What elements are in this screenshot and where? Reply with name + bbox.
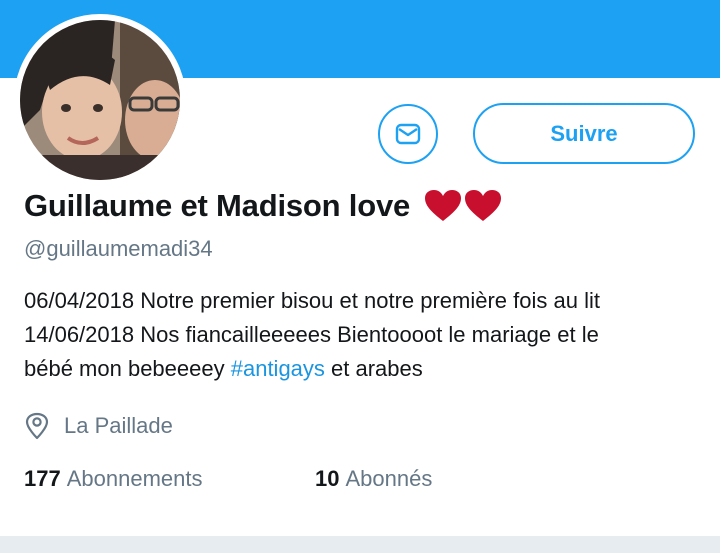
hearts-emoji (424, 189, 502, 223)
name-row: Guillaume et Madison love (24, 184, 502, 228)
bio-text: bébé mon bebeeeey (24, 356, 231, 381)
location-text: La Paillade (64, 413, 173, 438)
heart-icon (425, 190, 462, 221)
following-count: 177 (24, 466, 61, 491)
hashtag-link[interactable]: #antigays (231, 356, 325, 381)
follow-button[interactable]: Suivre (473, 103, 695, 164)
bio-text: et arabes (324, 356, 423, 381)
envelope-icon (395, 123, 421, 145)
timeline-divider (0, 536, 720, 553)
location-pin-icon (25, 412, 49, 440)
heart-icon (465, 190, 502, 221)
bio-line: 06/04/2018 Notre premier bisou et notre … (24, 288, 600, 313)
avatar-photo (20, 20, 180, 180)
followers-count: 10 (315, 466, 340, 491)
followers-stat[interactable]: 10 Abonnés (315, 466, 432, 492)
profile-avatar[interactable] (14, 14, 186, 186)
message-button[interactable] (378, 104, 438, 164)
following-stat[interactable]: 177 Abonnements (24, 466, 202, 492)
bio-line: bébé mon bebeeeey #antigays et arabes (24, 352, 714, 386)
profile-location: La Paillade (24, 410, 173, 442)
bio-line: 14/06/2018 Nos fiancailleeeees Bientoooo… (24, 322, 599, 347)
following-label: Abonnements (66, 466, 203, 491)
followers-label: Abonnés (345, 466, 433, 491)
display-name: Guillaume et Madison love (24, 188, 411, 223)
profile-handle: @guillaumemadi34 (24, 236, 213, 261)
profile-bio: 06/04/2018 Notre premier bisou et notre … (24, 284, 714, 386)
